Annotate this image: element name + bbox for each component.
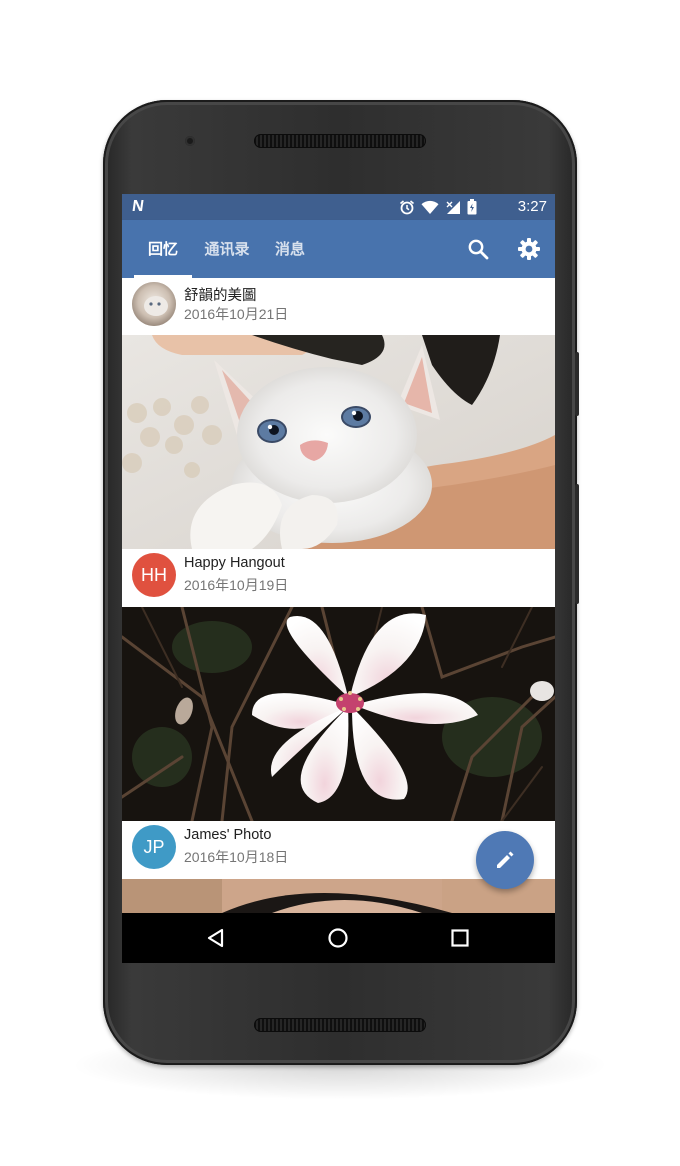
back-button[interactable] bbox=[198, 920, 234, 956]
avatar bbox=[132, 282, 176, 326]
status-icons bbox=[399, 199, 477, 215]
device-mockup: N 3:27 回忆 通讯录 消息 舒韻的美圖 2016年10月21日 HH Ha… bbox=[0, 0, 680, 1166]
tab-messages[interactable]: 消息 bbox=[264, 220, 316, 278]
n-notification-icon: N bbox=[130, 198, 145, 215]
home-button[interactable] bbox=[320, 920, 356, 956]
magnolia-photo[interactable] bbox=[122, 607, 555, 821]
app-screen: N 3:27 回忆 通讯录 消息 舒韻的美圖 2016年10月21日 HH Ha… bbox=[122, 194, 555, 963]
top-speaker bbox=[254, 134, 426, 148]
system-nav-bar bbox=[122, 913, 555, 963]
wifi-icon bbox=[421, 200, 439, 214]
search-button[interactable] bbox=[461, 232, 495, 266]
settings-button[interactable] bbox=[512, 232, 546, 266]
feed-item-header[interactable]: 舒韻的美圖 2016年10月21日 bbox=[122, 278, 555, 336]
item-title: James' Photo bbox=[184, 827, 272, 843]
alarm-icon bbox=[399, 200, 415, 215]
avatar: JP bbox=[132, 825, 176, 869]
gear-icon bbox=[518, 238, 540, 260]
recents-icon bbox=[451, 929, 469, 947]
feed-item-header[interactable]: HH Happy Hangout 2016年10月19日 bbox=[122, 549, 555, 607]
tab-memories[interactable]: 回忆 bbox=[134, 220, 192, 278]
back-icon bbox=[207, 928, 224, 948]
item-date: 2016年10月19日 bbox=[184, 577, 289, 593]
volume-button bbox=[575, 352, 579, 416]
item-date: 2016年10月18日 bbox=[184, 849, 289, 865]
front-camera bbox=[185, 136, 195, 146]
compose-fab[interactable] bbox=[476, 831, 534, 889]
item-title: Happy Hangout bbox=[184, 555, 285, 571]
item-title: 舒韻的美圖 bbox=[184, 288, 257, 304]
battery-icon bbox=[467, 199, 477, 215]
home-icon bbox=[328, 928, 348, 948]
status-time: 3:27 bbox=[517, 198, 547, 215]
signal-icon bbox=[446, 200, 460, 214]
top-app-bar: 回忆 通讯录 消息 bbox=[122, 220, 555, 278]
recents-button[interactable] bbox=[442, 920, 478, 956]
item-date: 2016年10月21日 bbox=[184, 306, 289, 322]
tab-contacts[interactable]: 通讯录 bbox=[198, 220, 256, 278]
pencil-icon bbox=[497, 851, 514, 868]
power-button bbox=[575, 484, 579, 604]
bottom-speaker bbox=[254, 1018, 426, 1032]
avatar: HH bbox=[132, 553, 176, 597]
kitten-photo[interactable] bbox=[122, 335, 555, 549]
search-icon bbox=[468, 239, 489, 260]
memories-feed[interactable]: 舒韻的美圖 2016年10月21日 HH Happy Hangout 2016年… bbox=[122, 278, 555, 913]
status-bar: N 3:27 bbox=[122, 194, 555, 220]
